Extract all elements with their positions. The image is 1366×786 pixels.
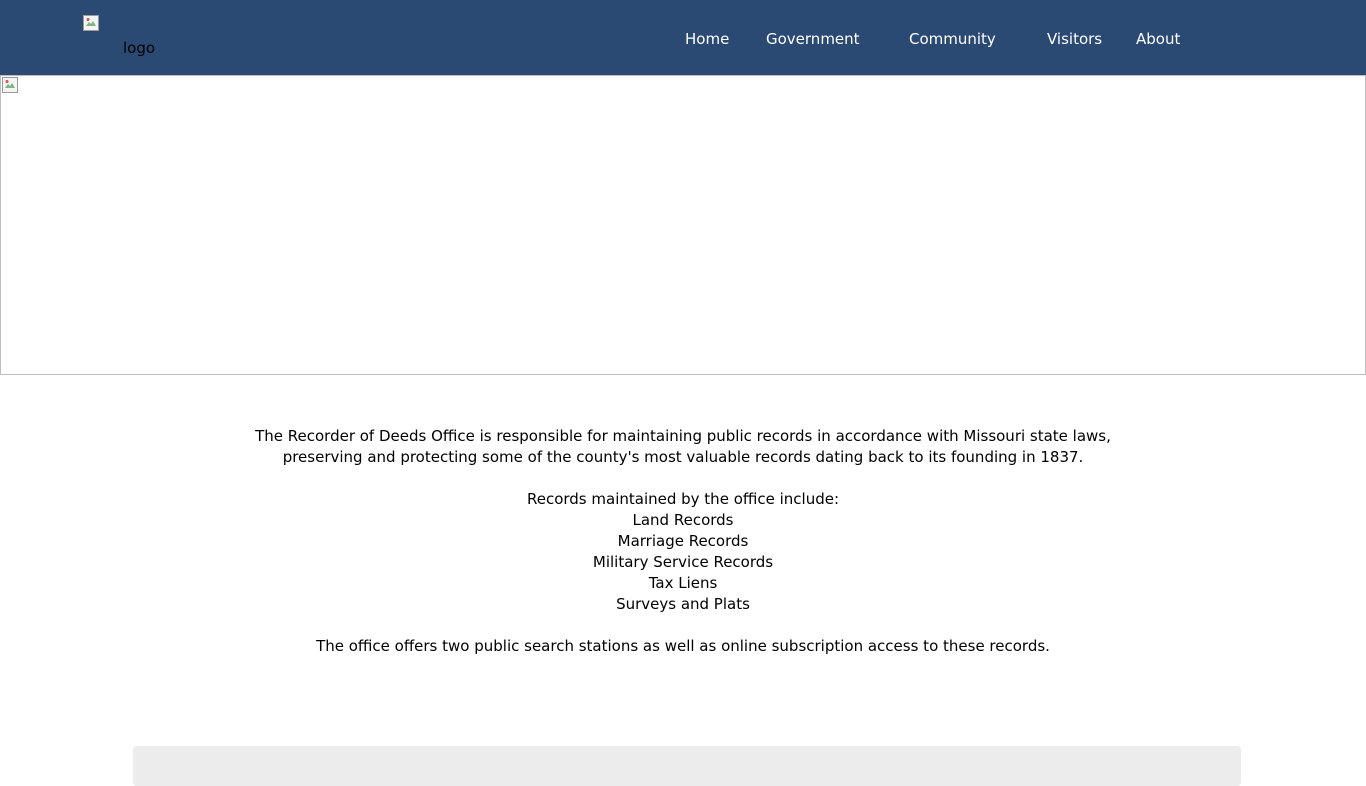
office-description: The Recorder of Deeds Office is responsi… — [200, 426, 1166, 657]
records-list-item: Marriage Records — [617, 532, 749, 550]
nav-about[interactable]: About — [1136, 29, 1180, 49]
intro-line: The Recorder of Deeds Office is responsi… — [255, 427, 1111, 445]
records-list-item: Land Records — [632, 511, 734, 529]
nav-government[interactable]: Government — [766, 29, 860, 49]
records-list-item: Military Service Records — [592, 553, 774, 571]
records-list-item: Surveys and Plats — [616, 595, 750, 613]
intro-line: preserving and protecting some of the co… — [282, 448, 1084, 466]
broken-image-icon — [2, 77, 18, 93]
footer-panel — [133, 746, 1241, 786]
closing-text: The office offers two public search stat… — [316, 637, 1050, 655]
nav-visitors[interactable]: Visitors — [1047, 29, 1102, 49]
site-header: logo Home Government Community Visitors … — [0, 0, 1366, 75]
nav-home[interactable]: Home — [685, 29, 729, 49]
banner-image — [0, 75, 1366, 375]
logo-alt-text: logo — [123, 39, 156, 57]
records-heading: Records maintained by the office include… — [526, 490, 840, 508]
logo-image[interactable]: logo — [83, 15, 173, 60]
nav-community[interactable]: Community — [909, 29, 996, 49]
broken-image-icon — [83, 15, 99, 31]
records-list-item: Tax Liens — [648, 574, 718, 592]
